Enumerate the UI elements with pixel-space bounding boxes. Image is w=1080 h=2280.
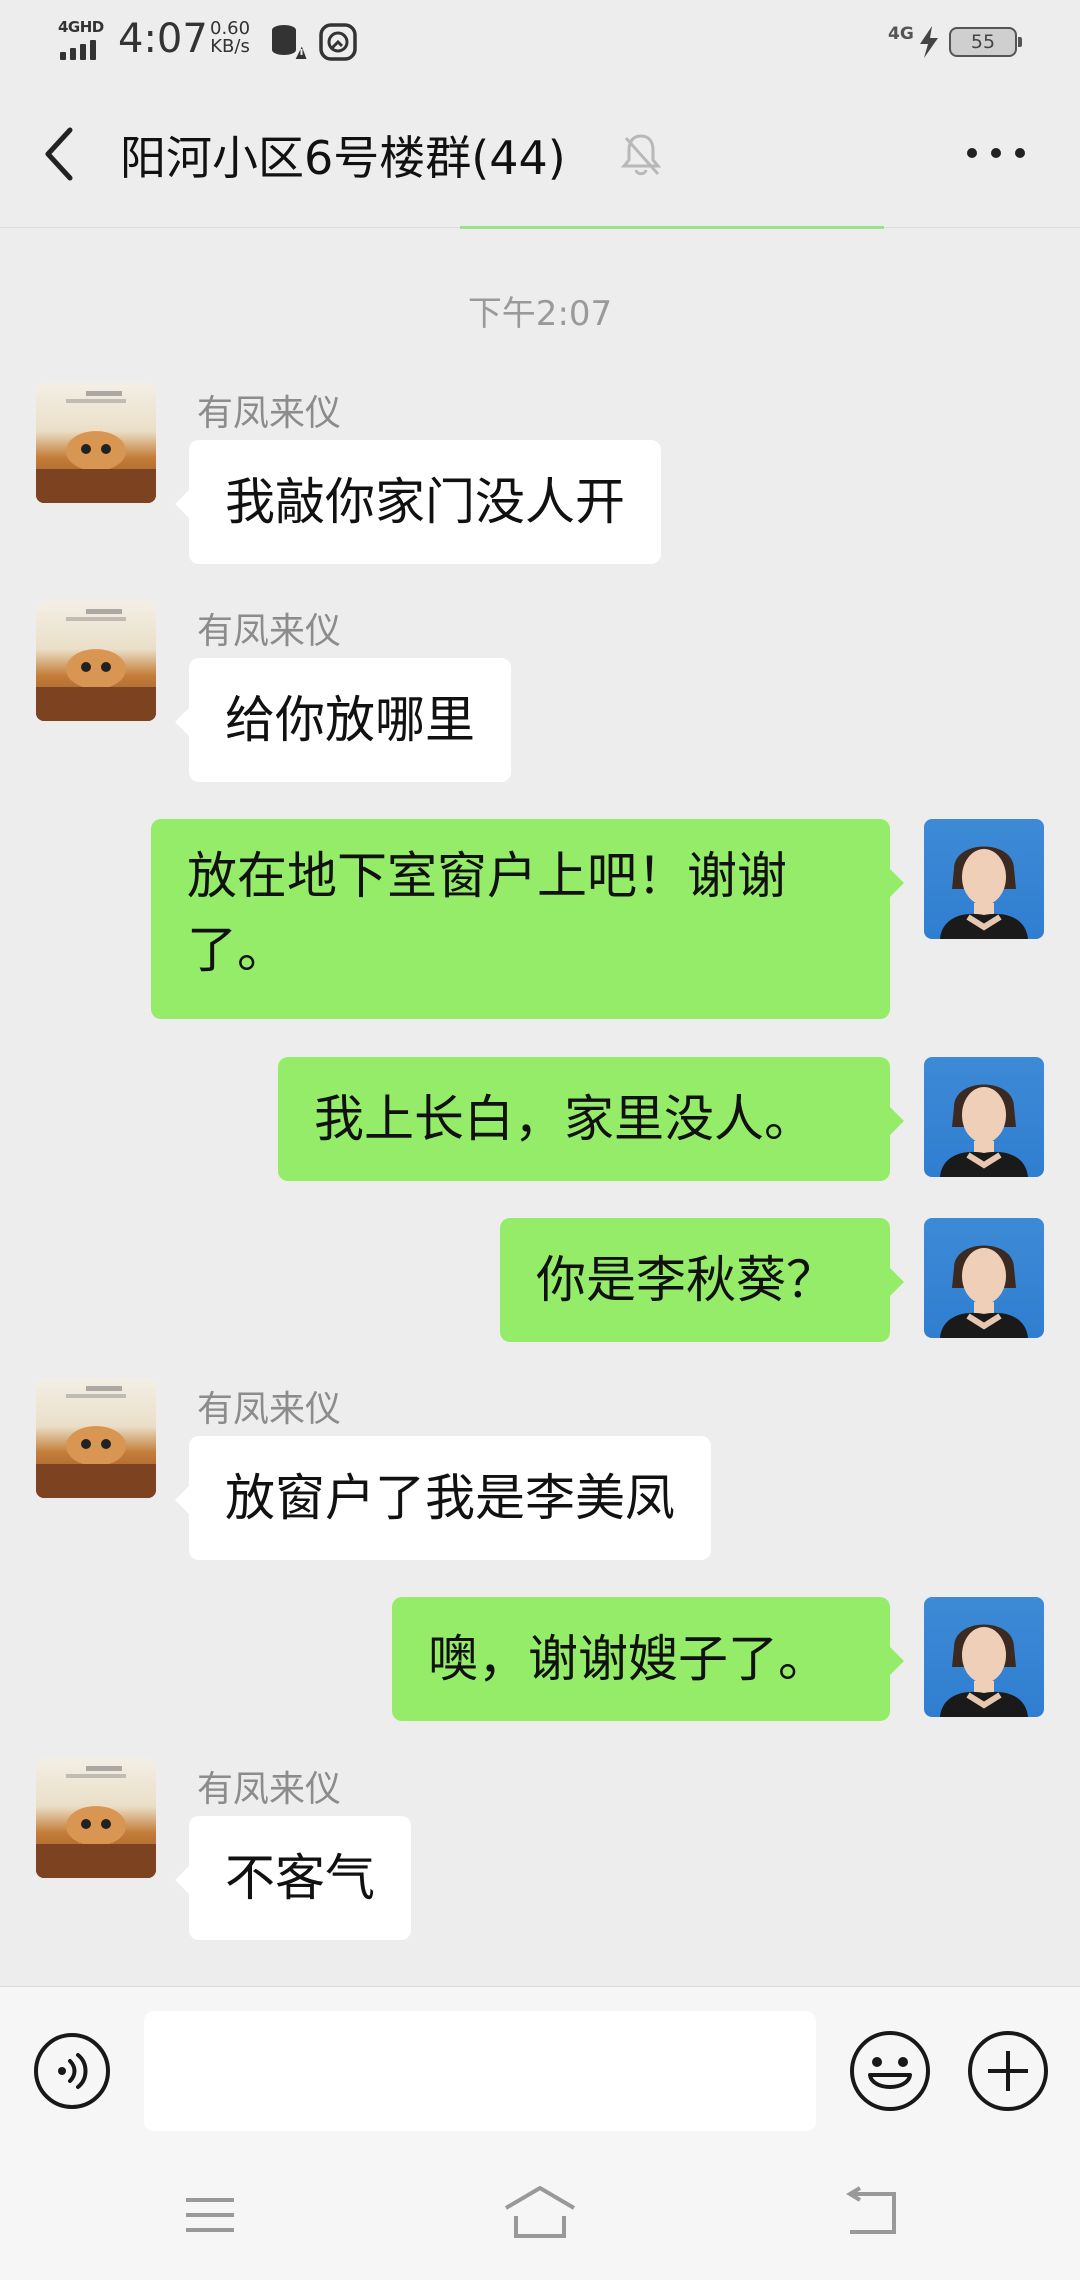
avatar[interactable] bbox=[924, 819, 1044, 939]
message-input[interactable] bbox=[144, 2011, 816, 2131]
cat-avatar-image bbox=[36, 391, 156, 503]
charging-bolt-icon bbox=[920, 26, 938, 58]
menu-icon[interactable] bbox=[180, 2190, 240, 2240]
sender-name: 有凤来仪 bbox=[197, 611, 342, 652]
message-text: 不客气 bbox=[225, 1849, 375, 1907]
cat-avatar-image bbox=[36, 609, 156, 721]
battery-level: 55 bbox=[970, 31, 996, 53]
message-bubble-outgoing[interactable]: 我上长白，家里没人。 bbox=[278, 1057, 904, 1181]
avatar[interactable] bbox=[924, 1597, 1044, 1717]
message-bubble-outgoing[interactable]: 噢，谢谢嫂子了。 bbox=[392, 1597, 904, 1721]
cat-avatar-image bbox=[36, 1386, 156, 1498]
emoji-icon[interactable] bbox=[848, 2029, 932, 2113]
message-text: 我上长白，家里没人。 bbox=[314, 1090, 814, 1148]
database-warning-icon bbox=[272, 25, 308, 61]
speed-unit: KB/s bbox=[210, 36, 250, 57]
person-avatar-image bbox=[940, 1624, 1028, 1717]
message-text-line: 放在地下室窗户上吧！谢谢 bbox=[187, 847, 787, 905]
sender-name: 有凤来仪 bbox=[197, 1769, 342, 1810]
chat-title[interactable]: 阳河小区6号楼群(44) bbox=[120, 122, 566, 188]
mute-bell-icon bbox=[620, 134, 662, 176]
message-bubble-incoming[interactable]: 不客气 bbox=[175, 1816, 411, 1940]
message-text: 我敲你家门没人开 bbox=[225, 473, 625, 531]
clock: 4:07 bbox=[118, 16, 208, 62]
input-bar bbox=[0, 1986, 1080, 2150]
back-arrow-icon[interactable] bbox=[36, 124, 84, 184]
message-text: 放窗户了我是李美凤 bbox=[225, 1469, 675, 1527]
message-bubble-outgoing[interactable]: 你是李秋葵？ bbox=[500, 1218, 904, 1342]
plus-icon[interactable] bbox=[966, 2029, 1050, 2113]
message-bubble-incoming[interactable]: 放窗户了我是李美凤 bbox=[175, 1436, 711, 1560]
person-avatar-image bbox=[940, 1245, 1028, 1338]
person-avatar-image bbox=[940, 846, 1028, 939]
chat-header: 阳河小区6号楼群(44) bbox=[0, 80, 1080, 228]
network-speed: 0.60 KB/s bbox=[210, 20, 250, 56]
sender-name: 有凤来仪 bbox=[197, 1389, 342, 1430]
person-avatar-image bbox=[940, 1084, 1028, 1177]
system-nav-bar bbox=[0, 2150, 1080, 2280]
message-bubble-incoming[interactable]: 给你放哪里 bbox=[175, 658, 511, 782]
network-label: 4GHD bbox=[58, 18, 104, 36]
avatar[interactable] bbox=[36, 1378, 156, 1498]
message-bubble-incoming[interactable]: 我敲你家门没人开 bbox=[175, 440, 661, 564]
cat-avatar-image bbox=[36, 1766, 156, 1878]
avatar[interactable] bbox=[924, 1057, 1044, 1177]
voice-icon[interactable] bbox=[32, 2031, 112, 2111]
loading-indicator bbox=[460, 226, 884, 229]
signal-icon: 4GHD bbox=[58, 18, 106, 62]
status-bar: 4GHD 4:07 0.60 KB/s 4G 55 bbox=[0, 0, 1080, 80]
more-dots-icon[interactable] bbox=[964, 138, 1028, 168]
home-icon[interactable] bbox=[502, 2182, 578, 2242]
message-text-line: 了。 bbox=[187, 921, 287, 979]
avatar[interactable] bbox=[36, 1758, 156, 1878]
message-text: 给你放哪里 bbox=[225, 691, 475, 749]
sender-name: 有凤来仪 bbox=[197, 393, 342, 434]
avatar[interactable] bbox=[36, 383, 156, 503]
message-bubble-outgoing[interactable]: 放在地下室窗户上吧！谢谢 了。 bbox=[151, 819, 904, 1019]
cell-4g-label: 4G bbox=[888, 24, 914, 44]
avatar[interactable] bbox=[36, 601, 156, 721]
gesture-icon bbox=[319, 23, 357, 61]
avatar[interactable] bbox=[924, 1218, 1044, 1338]
message-text: 你是李秋葵？ bbox=[536, 1251, 836, 1309]
message-text: 噢，谢谢嫂子了。 bbox=[428, 1630, 828, 1688]
battery-icon: 55 bbox=[949, 27, 1022, 57]
message-timestamp: 下午2:07 bbox=[467, 294, 613, 334]
back-icon[interactable] bbox=[840, 2186, 900, 2240]
